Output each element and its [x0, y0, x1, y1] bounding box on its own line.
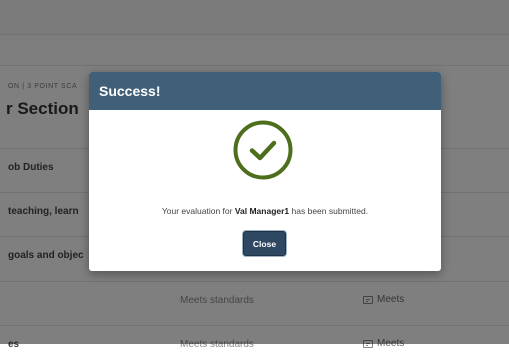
- message-prefix: Your evaluation for: [161, 206, 235, 216]
- check-circle-icon: [233, 120, 293, 180]
- modal-message: Your evaluation for Val Manager1 has bee…: [89, 206, 441, 216]
- modal-title: Success!: [99, 83, 161, 99]
- modal-header: Success!: [89, 72, 441, 110]
- evaluatee-name: Val Manager1: [234, 206, 290, 216]
- success-modal: Success! Your evaluation for Val Manager…: [89, 72, 441, 271]
- close-button[interactable]: Close: [243, 231, 286, 256]
- message-suffix: has been submitted.: [289, 206, 369, 216]
